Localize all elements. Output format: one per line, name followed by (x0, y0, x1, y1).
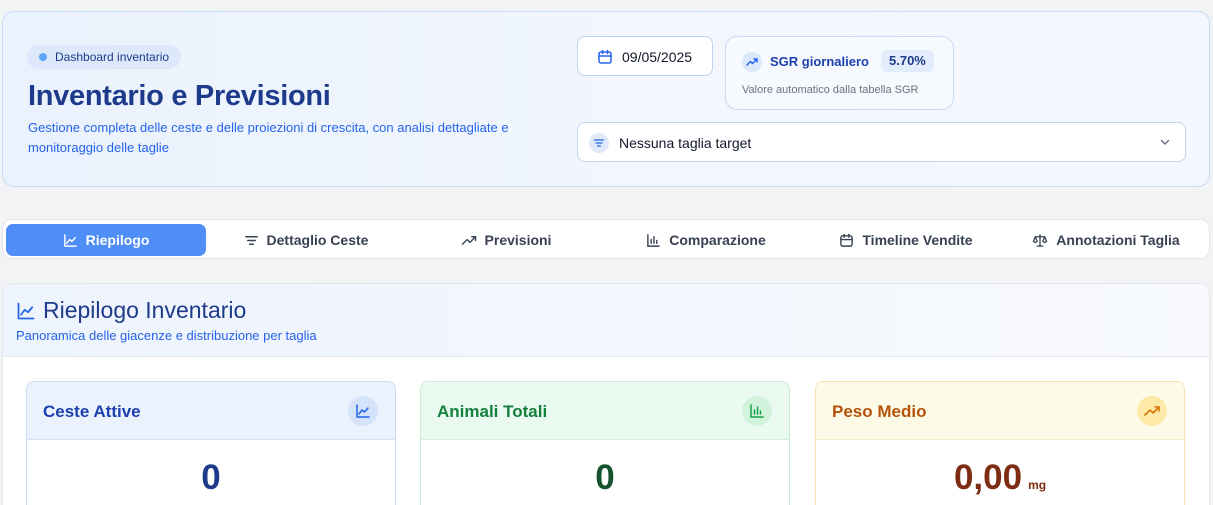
sgr-value-badge: 5.70% (881, 50, 934, 72)
line-chart-icon (348, 396, 378, 426)
tab-bar: Riepilogo Dettaglio Ceste Previsioni Com… (2, 219, 1210, 259)
summary-subtitle: Panoramica delle giacenze e distribuzion… (16, 328, 317, 343)
sgr-note: Valore automatico dalla tabella SGR (742, 84, 919, 96)
page-subtitle: Gestione completa delle ceste e delle pr… (28, 120, 509, 155)
stat-card-header: Animali Totali (421, 382, 789, 440)
line-chart-icon (63, 233, 77, 247)
tab-timeline-vendite[interactable]: Timeline Vendite (806, 224, 1006, 256)
scale-icon (1033, 233, 1048, 247)
tab-riepilogo[interactable]: Riepilogo (6, 224, 206, 256)
summary-panel: Riepilogo Inventario Panoramica delle gi… (2, 283, 1210, 505)
badge-label: Dashboard inventario (55, 50, 170, 64)
trending-up-icon (1137, 396, 1167, 426)
bar-chart-icon (647, 233, 661, 247)
sgr-label: SGR giornaliero (770, 54, 869, 69)
date-picker-button[interactable]: 09/05/2025 (577, 36, 713, 76)
tab-label: Comparazione (669, 232, 766, 248)
bar-chart-icon (742, 396, 772, 426)
tab-label: Riepilogo (85, 232, 150, 248)
target-size-select[interactable]: Nessuna taglia target (577, 122, 1186, 162)
tab-label: Timeline Vendite (862, 232, 973, 248)
page-title: Inventario e Previsioni (28, 80, 331, 112)
summary-title: Riepilogo Inventario (43, 297, 247, 323)
summary-panel-header: Riepilogo Inventario Panoramica delle gi… (3, 284, 1209, 357)
stat-card-value: 0 (201, 458, 221, 497)
filter-icon (589, 133, 609, 153)
stat-card-animali-totali: Animali Totali 0 (420, 381, 790, 505)
stat-card-header: Peso Medio (816, 382, 1184, 440)
tab-previsioni[interactable]: Previsioni (406, 224, 606, 256)
tab-dettaglio-ceste[interactable]: Dettaglio Ceste (206, 224, 406, 256)
tab-comparazione[interactable]: Comparazione (606, 224, 806, 256)
tab-annotazioni-taglia[interactable]: Annotazioni Taglia (1006, 224, 1206, 256)
trending-up-icon (461, 235, 476, 245)
stat-card-title: Animali Totali (437, 402, 548, 421)
sgr-info-card: SGR giornaliero 5.70% Valore automatico … (725, 36, 954, 110)
dashboard-badge: Dashboard inventario (27, 45, 182, 69)
target-size-value: Nessuna taglia target (619, 135, 752, 151)
tab-label: Dettaglio Ceste (266, 232, 369, 248)
dashboard-header: Dashboard inventario Inventario e Previs… (2, 11, 1210, 187)
stat-card-ceste-attive: Ceste Attive 0 (26, 381, 396, 505)
stat-card-value: 0,00 mg (953, 458, 1047, 497)
stat-card-title: Peso Medio (832, 402, 927, 421)
stat-card-unit: mg (1028, 478, 1047, 492)
calendar-icon (598, 49, 612, 64)
line-chart-icon (17, 302, 35, 320)
badge-dot-icon (39, 53, 47, 61)
stat-card-title: Ceste Attive (43, 402, 141, 421)
tab-label: Previsioni (484, 232, 552, 248)
filter-icon (244, 235, 258, 245)
calendar-icon (840, 233, 854, 247)
stat-card-value: 0 (595, 458, 615, 497)
tab-label: Annotazioni Taglia (1056, 232, 1180, 248)
stat-card-peso-medio: Peso Medio 0,00 mg (815, 381, 1185, 505)
chevron-down-icon (1160, 139, 1170, 145)
trending-up-icon (742, 52, 762, 72)
stat-card-header: Ceste Attive (27, 382, 395, 440)
date-value: 09/05/2025 (622, 49, 693, 65)
